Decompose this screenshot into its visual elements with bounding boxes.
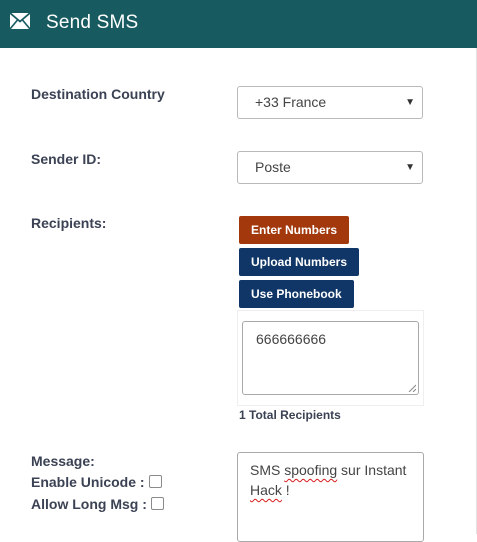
message-text-part: ! xyxy=(281,482,290,498)
sender-id-select[interactable]: Poste ▼ xyxy=(237,151,423,184)
enter-numbers-button[interactable]: Enter Numbers xyxy=(239,216,350,244)
allow-long-msg-label: Allow Long Msg : xyxy=(31,496,147,512)
envelope-icon xyxy=(10,13,30,29)
destination-country-value: +33 France xyxy=(255,94,327,110)
destination-country-select[interactable]: +33 France ▼ xyxy=(237,86,423,119)
page-title: Send SMS xyxy=(46,12,139,33)
recipients-value: 666666666 xyxy=(256,331,327,347)
enable-unicode-option: Enable Unicode : xyxy=(31,474,162,490)
message-textarea[interactable]: SMS spoofing sur Instant Hack ! xyxy=(237,452,424,542)
message-text-part: sur Instant xyxy=(337,462,407,478)
use-phonebook-button[interactable]: Use Phonebook xyxy=(239,280,354,308)
sender-id-value: Poste xyxy=(255,159,291,175)
allow-long-msg-option: Allow Long Msg : xyxy=(31,496,164,512)
app-header: Send SMS xyxy=(0,0,477,48)
message-text-part: SMS xyxy=(250,462,285,478)
dropdown-arrow-icon: ▼ xyxy=(405,162,415,173)
misspelled-word: spoofing xyxy=(284,462,338,478)
sender-id-label: Sender ID: xyxy=(31,151,102,167)
recipients-label: Recipients: xyxy=(31,215,107,231)
total-recipients: 1 Total Recipients xyxy=(239,408,341,422)
misspelled-word: Hack xyxy=(250,482,282,498)
dropdown-arrow-icon: ▼ xyxy=(405,97,415,108)
total-recipients-count: 1 xyxy=(239,408,246,422)
upload-numbers-button[interactable]: Upload Numbers xyxy=(239,248,360,276)
total-recipients-label: Total Recipients xyxy=(249,408,341,422)
enable-unicode-label: Enable Unicode : xyxy=(31,474,145,490)
destination-country-label: Destination Country xyxy=(31,86,165,102)
recipients-textarea[interactable]: 666666666 xyxy=(242,321,419,395)
message-label: Message: xyxy=(31,453,95,469)
allow-long-msg-checkbox[interactable] xyxy=(150,496,164,510)
resize-handle-icon[interactable] xyxy=(408,384,416,392)
enable-unicode-checkbox[interactable] xyxy=(148,474,162,488)
